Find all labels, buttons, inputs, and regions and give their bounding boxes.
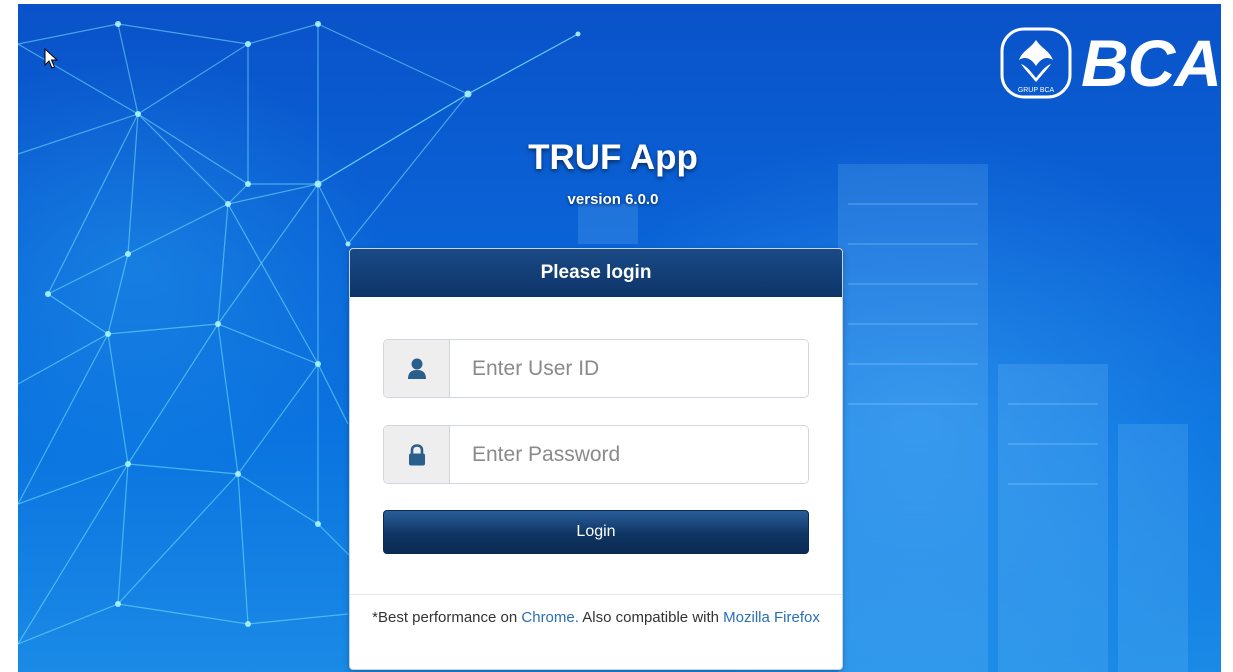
note-prefix: *Best performance on <box>372 609 522 626</box>
firefox-link[interactable]: Mozilla Firefox <box>723 609 820 626</box>
lock-icon <box>408 443 425 465</box>
login-panel: Please login Login *Best performa <box>349 248 843 670</box>
bca-logo-text: BCA <box>1081 26 1221 100</box>
login-panel-heading: Please login <box>350 249 842 297</box>
app-title: TRUF App <box>528 138 698 177</box>
browser-compatibility-note: *Best performance on Chrome. Also compat… <box>356 605 836 631</box>
password-input-group <box>383 425 809 484</box>
user-id-addon <box>384 340 450 397</box>
note-middle: Also compatible with <box>578 609 724 626</box>
login-page-background: GRUP BCA BCA TRUF App version 6.0.0 Plea… <box>18 4 1221 672</box>
user-id-field[interactable] <box>450 340 808 397</box>
password-field[interactable] <box>450 426 808 483</box>
emblem-caption: GRUP BCA <box>1018 87 1055 94</box>
user-icon <box>407 358 426 379</box>
bca-logo: GRUP BCA BCA <box>999 26 1221 100</box>
password-addon <box>384 426 450 483</box>
mouse-cursor-icon <box>44 48 58 69</box>
app-version: version 6.0.0 <box>567 191 659 208</box>
user-id-input-group <box>383 339 809 398</box>
chrome-link[interactable]: Chrome. <box>521 609 579 626</box>
panel-divider <box>350 594 842 595</box>
login-button[interactable]: Login <box>383 510 809 554</box>
bca-emblem-icon: GRUP BCA <box>1000 27 1072 99</box>
